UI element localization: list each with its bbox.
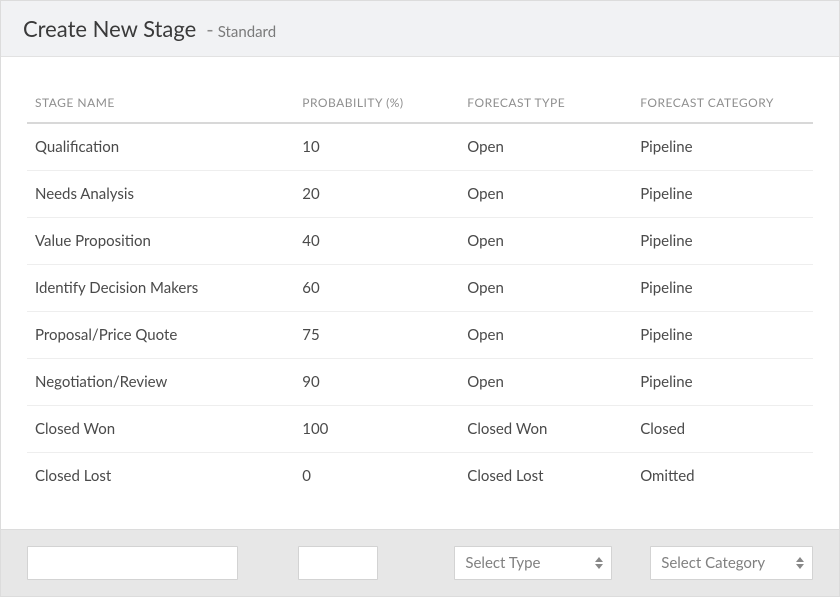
cell-category: Pipeline: [632, 359, 813, 406]
col-header-stage: STAGE NAME: [27, 85, 294, 123]
cell-prob: 100: [294, 406, 459, 453]
table-row: Negotiation/Review90OpenPipeline: [27, 359, 813, 406]
col-header-category: FORECAST CATEGORY: [632, 85, 813, 123]
cell-forecast: Open: [459, 123, 632, 171]
cell-stage: Value Proposition: [27, 218, 294, 265]
cell-stage: Identify Decision Makers: [27, 265, 294, 312]
cell-prob: 20: [294, 171, 459, 218]
cell-prob: 0: [294, 453, 459, 500]
cell-stage: Negotiation/Review: [27, 359, 294, 406]
cell-category: Pipeline: [632, 123, 813, 171]
cell-category: Pipeline: [632, 218, 813, 265]
cell-category: Pipeline: [632, 312, 813, 359]
forecast-category-select[interactable]: Select Category: [650, 546, 813, 580]
cell-prob: 40: [294, 218, 459, 265]
table-row: Closed Lost0Closed LostOmitted: [27, 453, 813, 500]
cell-forecast: Open: [459, 218, 632, 265]
page-subtitle: Standard: [218, 23, 276, 41]
forecast-category-placeholder: Select Category: [661, 554, 765, 572]
cell-forecast: Closed Won: [459, 406, 632, 453]
cell-stage: Closed Lost: [27, 453, 294, 500]
cell-stage: Qualification: [27, 123, 294, 171]
table-row: Closed Won100Closed WonClosed: [27, 406, 813, 453]
stage-name-input[interactable]: [27, 546, 238, 580]
cell-stage: Needs Analysis: [27, 171, 294, 218]
cell-category: Closed: [632, 406, 813, 453]
probability-input[interactable]: [298, 546, 378, 580]
table-header-row: STAGE NAME PROBABILITY (%) FORECAST TYPE…: [27, 85, 813, 123]
cell-category: Pipeline: [632, 265, 813, 312]
table-row: Identify Decision Makers60OpenPipeline: [27, 265, 813, 312]
forecast-type-select[interactable]: Select Type: [454, 546, 612, 580]
table-row: Value Proposition40OpenPipeline: [27, 218, 813, 265]
cell-category: Omitted: [632, 453, 813, 500]
forecast-type-placeholder: Select Type: [465, 554, 540, 572]
cell-forecast: Closed Lost: [459, 453, 632, 500]
sort-icon: [796, 557, 804, 569]
footer-input-bar: Select Type Select Category: [1, 529, 839, 596]
col-header-forecast: FORECAST TYPE: [459, 85, 632, 123]
table-row: Proposal/Price Quote75OpenPipeline: [27, 312, 813, 359]
cell-stage: Proposal/Price Quote: [27, 312, 294, 359]
cell-forecast: Open: [459, 359, 632, 406]
content-area: STAGE NAME PROBABILITY (%) FORECAST TYPE…: [1, 57, 839, 529]
header-bar: Create New Stage - Standard: [1, 1, 839, 57]
cell-forecast: Open: [459, 312, 632, 359]
table-row: Needs Analysis20OpenPipeline: [27, 171, 813, 218]
table-row: Qualification10OpenPipeline: [27, 123, 813, 171]
cell-prob: 75: [294, 312, 459, 359]
cell-prob: 60: [294, 265, 459, 312]
cell-prob: 10: [294, 123, 459, 171]
cell-stage: Closed Won: [27, 406, 294, 453]
col-header-prob: PROBABILITY (%): [294, 85, 459, 123]
stages-table: STAGE NAME PROBABILITY (%) FORECAST TYPE…: [27, 85, 813, 499]
cell-category: Pipeline: [632, 171, 813, 218]
sort-icon: [595, 557, 603, 569]
cell-forecast: Open: [459, 265, 632, 312]
cell-forecast: Open: [459, 171, 632, 218]
page-title: Create New Stage: [23, 15, 196, 42]
cell-prob: 90: [294, 359, 459, 406]
title-separator: -: [206, 18, 213, 42]
